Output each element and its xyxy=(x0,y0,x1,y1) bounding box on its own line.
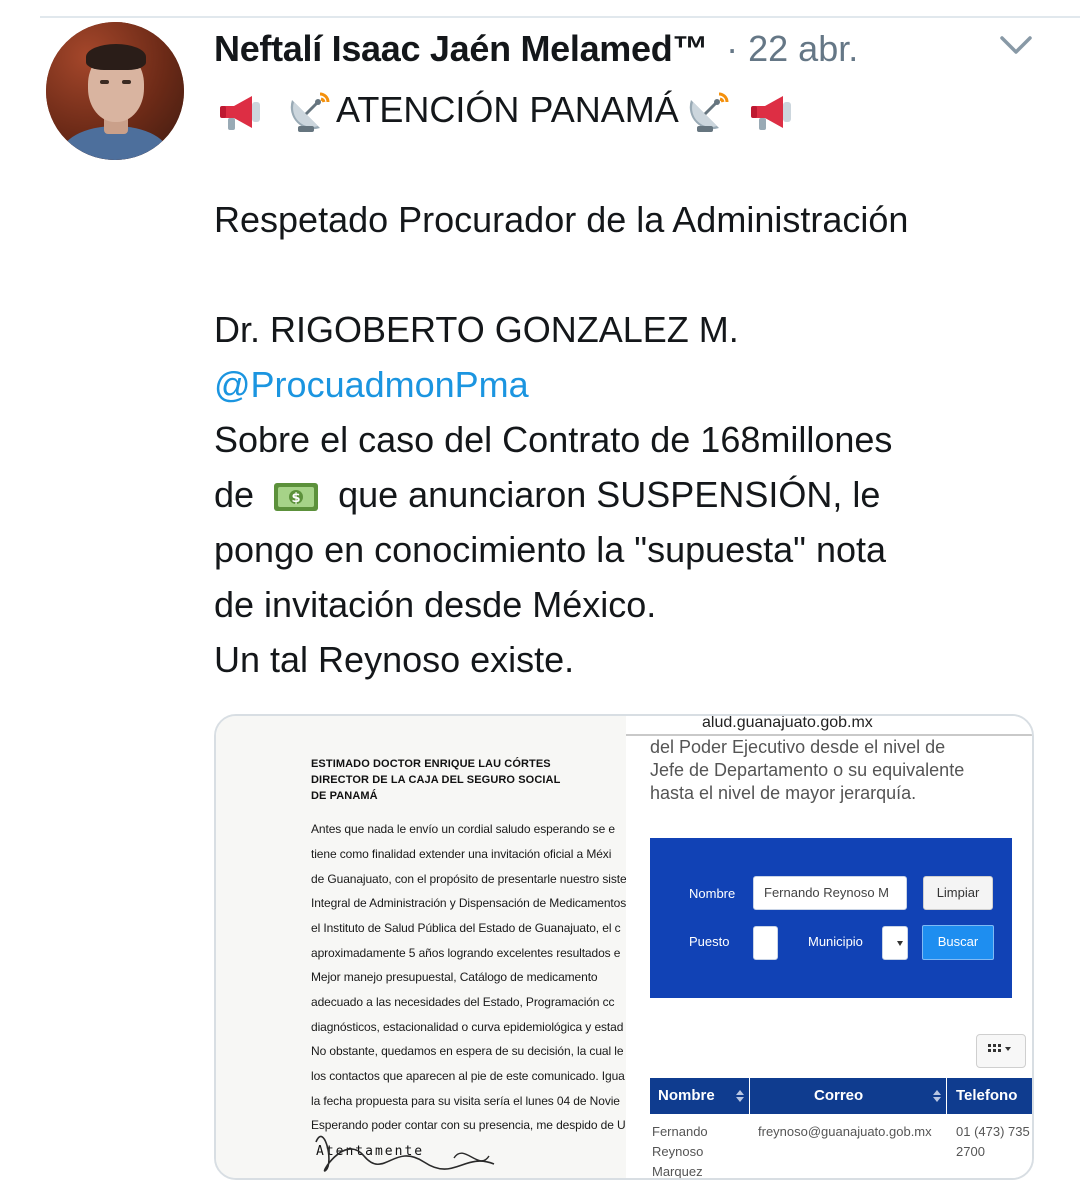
mention-link[interactable]: @ProcuadmonPma xyxy=(214,364,529,405)
sort-icon[interactable] xyxy=(736,1088,744,1104)
header-divider xyxy=(749,1078,750,1114)
row-telefono-line: 01 (473) 735 xyxy=(956,1124,1030,1139)
buscar-button[interactable]: Buscar xyxy=(922,925,994,960)
tweet-body: ATENCIÓN PANAMÁ Respetado Procurador de … xyxy=(214,82,1044,687)
header-nombre[interactable]: Nombre xyxy=(658,1078,715,1114)
header-divider xyxy=(946,1078,947,1114)
municipio-label: Municipio xyxy=(808,934,863,949)
tweet-line-5: Sobre el caso del Contrato de 168millone… xyxy=(214,419,893,460)
grid-icon xyxy=(988,1044,1011,1052)
letter-document: ESTIMADO DOCTOR ENRIQUE LAU CÓRTES DIREC… xyxy=(216,716,626,1178)
puesto-input[interactable] xyxy=(753,926,778,960)
columns-toggle-button[interactable] xyxy=(976,1034,1026,1068)
municipio-select[interactable] xyxy=(882,926,908,960)
letter-body-line: la fecha propuesta para su visita sería … xyxy=(311,1094,620,1108)
puesto-label: Puesto xyxy=(689,934,730,949)
site-intro-line: hasta el nivel de mayor jerarquía. xyxy=(650,783,917,803)
avatar[interactable] xyxy=(46,22,184,160)
author-name[interactable]: Neftalí Isaac Jaén Melamed™ xyxy=(214,28,708,70)
satellite-antenna-icon xyxy=(290,92,330,133)
dollar-banknote-icon: $ xyxy=(274,483,319,512)
letter-body-line: aproximadamente 5 años logrando excelent… xyxy=(311,946,621,960)
header-telefono[interactable]: Telefono xyxy=(956,1078,1017,1114)
letter-body-line: Integral de Administración y Dispensació… xyxy=(311,896,626,910)
signature-scribble xyxy=(315,1135,495,1172)
letter-body-line: Antes que nada le envío un cordial salud… xyxy=(311,822,615,836)
chevron-down-icon[interactable] xyxy=(996,30,1036,60)
megaphone-icon xyxy=(750,96,791,131)
letter-heading-1: ESTIMADO DOCTOR ENRIQUE LAU CÓRTES xyxy=(311,758,551,770)
letter-body-line: de Guanajuato, con el propósito de prese… xyxy=(311,872,626,886)
tweet-line-9: Un tal Reynoso existe. xyxy=(214,639,575,680)
tweet-line-6a: de xyxy=(214,474,255,515)
letter-body-line: No obstante, quedamos en espera de su de… xyxy=(311,1044,624,1058)
svg-text:$: $ xyxy=(292,491,301,506)
letter-body-line: adecuado a las necesidades del Estado, P… xyxy=(311,995,615,1009)
row-telefono-line: 2700 xyxy=(956,1144,985,1159)
tweet-line-3: Dr. RIGOBERTO GONZALEZ M. xyxy=(214,309,739,350)
header-correo[interactable]: Correo xyxy=(814,1078,863,1114)
attached-image[interactable]: ESTIMADO DOCTOR ENRIQUE LAU CÓRTES DIREC… xyxy=(214,714,1034,1180)
table-header: Nombre Correo Telefono xyxy=(650,1078,1032,1114)
letter-body-line: Mejor manejo presupuestal, Catálogo de m… xyxy=(311,970,598,984)
site-url: alud.guanajuato.gob.mx xyxy=(702,716,873,731)
letter-body-line: diagnósticos, estacionalidad o curva epi… xyxy=(311,1020,624,1034)
avatar-hair xyxy=(86,44,146,70)
nombre-input[interactable]: Fernando Reynoso M xyxy=(753,876,907,910)
row-correo[interactable]: freynoso@guanajuato.gob.mx xyxy=(758,1122,932,1142)
satellite-antenna-icon xyxy=(689,92,729,133)
site-intro: del Poder Ejecutivo desde el nivel de Je… xyxy=(650,736,1030,805)
tweet-line-2: Respetado Procurador de la Administració… xyxy=(214,199,909,240)
site-intro-line: del Poder Ejecutivo desde el nivel de xyxy=(650,737,946,757)
row-nombre-line: Marquez xyxy=(652,1164,703,1179)
avatar-eye-left xyxy=(100,80,109,84)
tweet-line-6b: que anunciaron SUSPENSIÓN, le xyxy=(338,474,881,515)
sort-icon[interactable] xyxy=(933,1088,941,1104)
tweet-line-1-text: ATENCIÓN PANAMÁ xyxy=(336,89,679,130)
tweet-line-6: de $ que anunciaron SUSPENSIÓN, le xyxy=(214,467,1044,522)
letter-body-line: el Instituto de Salud Pública del Estado… xyxy=(311,921,621,935)
nombre-label: Nombre xyxy=(689,886,736,901)
tweet-line-1: ATENCIÓN PANAMÁ xyxy=(214,82,1044,137)
megaphone-icon xyxy=(220,96,260,131)
site-intro-line: Jefe de Departamento o su equivalente xyxy=(650,760,965,780)
tweet-line-8: de invitación desde México. xyxy=(214,584,657,625)
tweet-line-7: pongo en conocimiento la "supuesta" nota xyxy=(214,529,887,570)
avatar-eye-right xyxy=(122,80,131,84)
select-caret-icon xyxy=(897,941,903,946)
header-separator: · xyxy=(726,28,739,69)
row-nombre-line: Reynoso xyxy=(652,1144,704,1159)
tweet-header: Neftalí Isaac Jaén Melamed™ · 22 abr. xyxy=(214,26,858,72)
search-form: Nombre Fernando Reynoso M Limpiar Puesto… xyxy=(650,838,1012,998)
limpiar-button[interactable]: Limpiar xyxy=(923,876,993,910)
row-nombre-line: Fernando xyxy=(652,1124,708,1139)
top-divider xyxy=(40,16,1080,18)
letter-body-line: los contactos que aparecen al pie de est… xyxy=(311,1069,625,1083)
letter-body-line: tiene como finalidad extender una invita… xyxy=(311,847,612,861)
tweet-timestamp[interactable]: 22 abr. xyxy=(748,28,858,70)
letter-heading-3: DE PANAMÁ xyxy=(311,790,378,802)
directory-website: alud.guanajuato.gob.mx del Poder Ejecuti… xyxy=(626,716,1032,1179)
letter-heading-2: DIRECTOR DE LA CAJA DEL SEGURO SOCIAL xyxy=(311,774,561,786)
